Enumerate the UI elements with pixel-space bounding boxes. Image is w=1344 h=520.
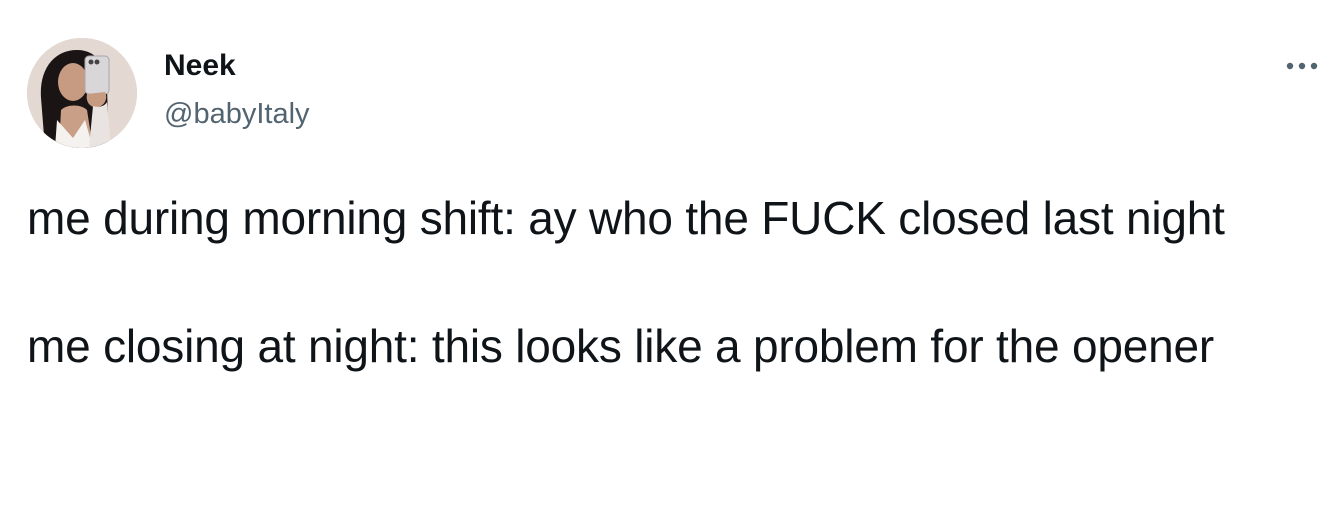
author-display-name[interactable]: Neek <box>164 48 236 84</box>
profile-photo-icon <box>27 38 137 148</box>
more-horizontal-icon <box>1286 62 1318 70</box>
more-options-button[interactable] <box>1280 52 1324 80</box>
tweet-paragraph: me closing at night: this looks like a p… <box>27 320 1214 372</box>
author-handle[interactable]: @babyItaly <box>164 96 310 132</box>
tweet-paragraph: me during morning shift: ay who the FUCK… <box>27 192 1225 244</box>
tweet-text: me during morning shift: ay who the FUCK… <box>27 186 1327 378</box>
tweet-card: Neek @babyItaly me during morning shift:… <box>0 0 1344 520</box>
author-avatar[interactable] <box>27 38 137 148</box>
